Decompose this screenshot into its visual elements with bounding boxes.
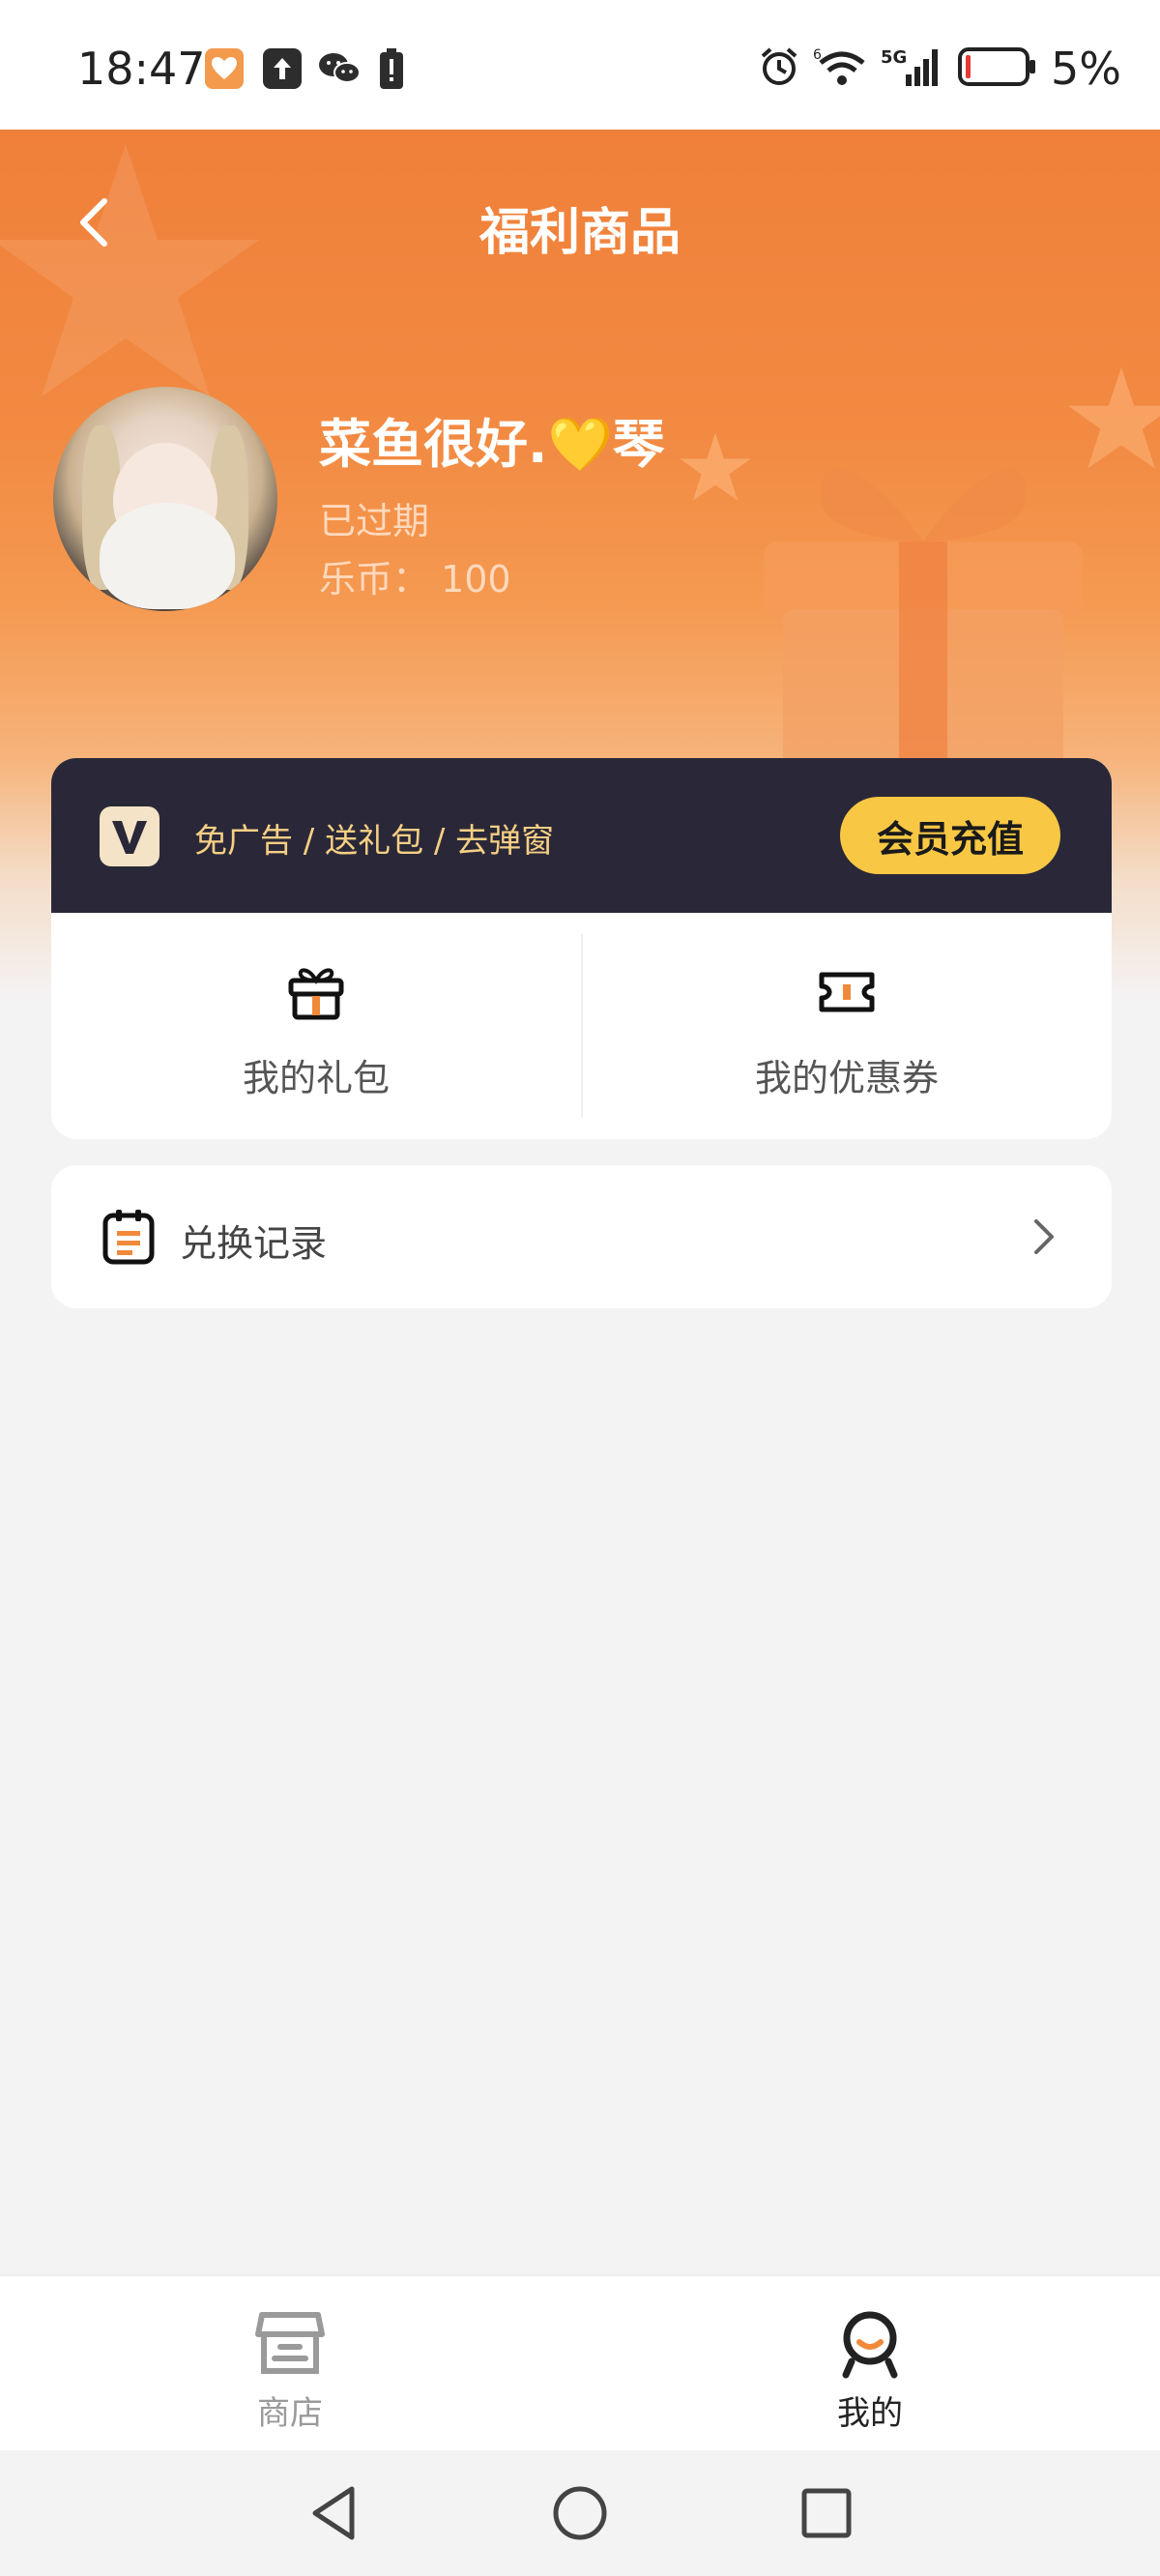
wechat-icon xyxy=(317,48,362,89)
vip-card: 免广告 / 送礼包 / 去弹窗 会员充值 我的礼包 我的优惠券 xyxy=(51,758,1112,1139)
vip-benefits-text: 免广告 / 送礼包 / 去弹窗 xyxy=(194,822,555,861)
status-bar: 18:47 6 5G 5% xyxy=(0,0,1160,130)
bottom-tab-bar: 商店 我的 xyxy=(0,2274,1160,2452)
tab-store-label: 商店 xyxy=(257,2394,323,2433)
tab-mine[interactable]: 我的 xyxy=(580,2276,1160,2452)
recents-square-icon[interactable] xyxy=(793,2479,860,2547)
gift-decoration-icon xyxy=(764,469,1083,774)
back-triangle-icon[interactable] xyxy=(300,2479,367,2547)
username: 菜鱼很好.💛琴 xyxy=(319,414,665,475)
chevron-right-icon xyxy=(1034,1219,1054,1254)
vip-recharge-button[interactable]: 会员充值 xyxy=(840,797,1060,874)
alarm-icon xyxy=(759,46,799,91)
gift-icon xyxy=(288,968,344,1020)
clipboard-icon xyxy=(102,1210,155,1265)
home-circle-icon[interactable] xyxy=(546,2479,614,2547)
wifi-icon: 6 xyxy=(813,45,867,92)
membership-status: 已过期 xyxy=(319,500,430,542)
avatar[interactable] xyxy=(53,387,277,611)
my-coupons-button[interactable]: 我的优惠券 xyxy=(582,913,1112,1139)
my-coupons-label: 我的优惠券 xyxy=(754,1057,939,1099)
profile-icon xyxy=(842,2311,898,2379)
exchange-record-row[interactable]: 兑换记录 xyxy=(51,1165,1112,1308)
decorative-star-icon xyxy=(0,144,259,396)
battery-percent: 5% xyxy=(1051,43,1121,95)
status-right-group: 6 5G 5% xyxy=(759,43,1121,95)
exchange-record-label: 兑换记录 xyxy=(180,1222,328,1265)
tab-mine-label: 我的 xyxy=(837,2394,903,2433)
vip-logo-icon xyxy=(100,806,160,866)
tab-store[interactable]: 商店 xyxy=(0,2276,580,2452)
my-gift-pack-button[interactable]: 我的礼包 xyxy=(51,913,581,1139)
battery-alert-icon xyxy=(377,48,406,89)
vip-banner[interactable]: 免广告 / 送礼包 / 去弹窗 会员充值 xyxy=(51,758,1112,913)
ticket-icon xyxy=(819,972,875,1012)
network-label: 5G xyxy=(881,47,907,68)
status-time: 18:47 xyxy=(77,43,206,95)
store-icon xyxy=(255,2312,325,2374)
my-gift-pack-label: 我的礼包 xyxy=(242,1057,390,1099)
upload-icon xyxy=(263,48,302,89)
coins-balance: 乐币： 100 xyxy=(319,558,511,600)
decorative-star-icon xyxy=(680,433,751,501)
signal-icon: 5G xyxy=(881,45,944,92)
battery-icon xyxy=(958,47,1037,90)
health-app-icon xyxy=(205,48,244,89)
system-nav-bar xyxy=(0,2450,1160,2576)
page-title: 福利商品 xyxy=(478,204,681,262)
